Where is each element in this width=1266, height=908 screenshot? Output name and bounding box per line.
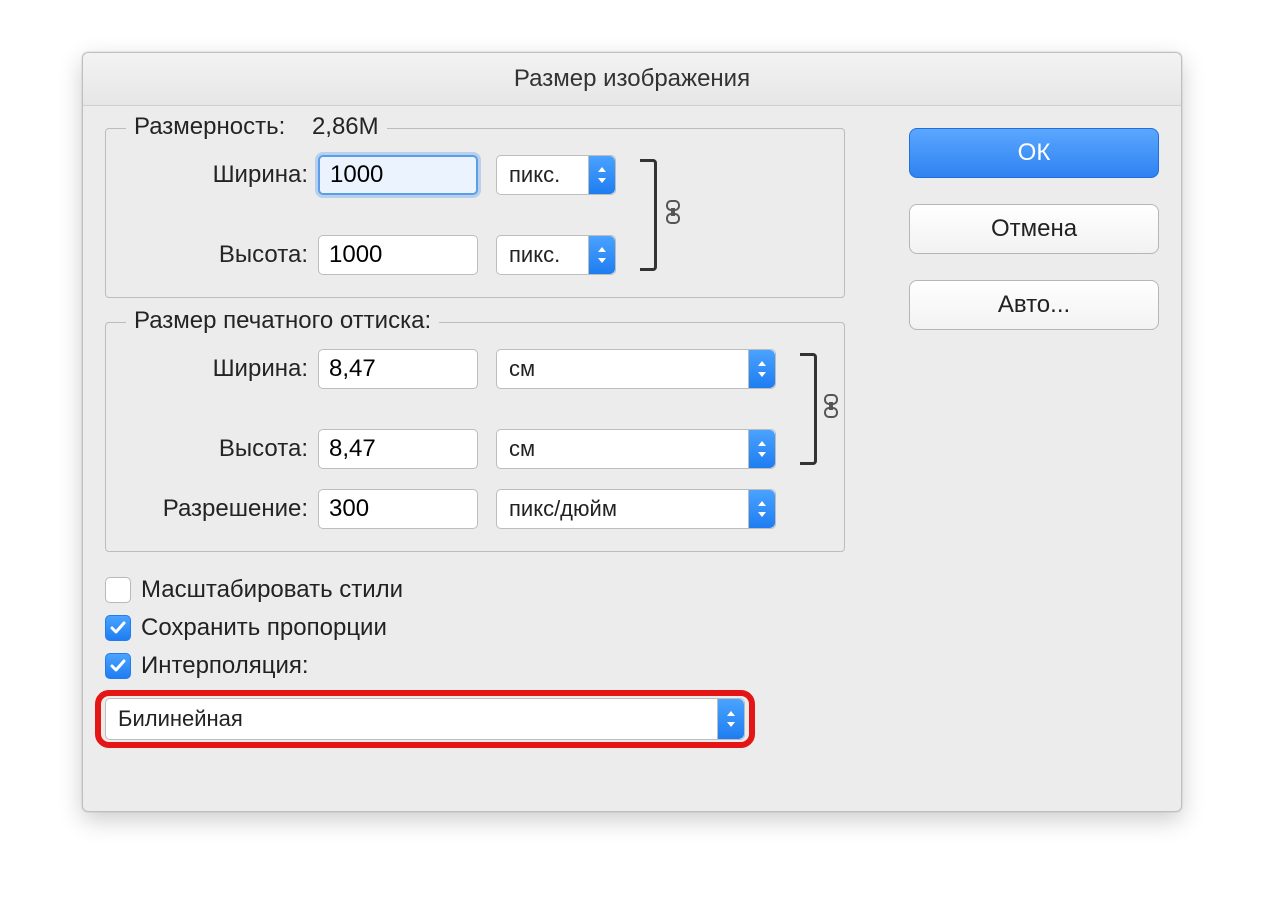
constrain-checkbox[interactable] — [105, 615, 131, 641]
scale-styles-label: Масштабировать стили — [141, 576, 403, 604]
print-width-unit-select[interactable]: см — [496, 349, 776, 389]
print-width-label: Ширина: — [128, 355, 318, 383]
link-icon — [822, 394, 840, 424]
interpolation-row: Интерполяция: — [105, 652, 1159, 680]
pixel-width-label: Ширина: — [128, 161, 318, 189]
print-height-unit-text: см — [509, 436, 748, 462]
interpolation-select-wrap: Билинейная — [105, 698, 745, 740]
updown-icon — [588, 236, 615, 274]
image-size-dialog: Размер изображения ОК Отмена Авто... Раз… — [82, 52, 1182, 812]
pixel-dimensions-size: 2,86М — [312, 113, 379, 140]
pixel-dimensions-legend-prefix: Размерность: — [134, 113, 285, 140]
constrain-label: Сохранить пропорции — [141, 614, 387, 642]
scale-styles-row: Масштабировать стили — [105, 576, 1159, 604]
print-size-legend: Размер печатного оттиска: — [126, 307, 439, 335]
pixel-dimensions-legend: Размерность: 2,86М — [126, 113, 387, 141]
pixel-height-label: Высота: — [128, 241, 318, 269]
dialog-content: ОК Отмена Авто... Размерность: 2,86М Шир… — [83, 106, 1181, 812]
interpolation-selected-text: Билинейная — [118, 706, 717, 732]
pixel-height-unit-select[interactable]: пикс. — [496, 235, 616, 275]
link-bracket — [794, 349, 822, 469]
pixel-height-unit-text: пикс. — [509, 242, 588, 268]
link-icon — [664, 200, 682, 230]
resolution-unit-text: пикс/дюйм — [509, 496, 748, 522]
interpolation-checkbox[interactable] — [105, 653, 131, 679]
print-size-group: Размер печатного оттиска: Ширина: см — [105, 322, 845, 552]
print-height-input[interactable] — [318, 429, 478, 469]
pixel-width-input[interactable] — [318, 155, 478, 195]
print-height-unit-select[interactable]: см — [496, 429, 776, 469]
updown-icon — [748, 490, 775, 528]
pixel-dimensions-group: Размерность: 2,86М Ширина: пикс. — [105, 128, 845, 298]
resolution-label: Разрешение: — [128, 495, 318, 523]
ok-button[interactable]: ОК — [909, 128, 1159, 178]
print-height-label: Высота: — [128, 435, 318, 463]
pixel-width-unit-select[interactable]: пикс. — [496, 155, 616, 195]
dialog-title: Размер изображения — [83, 53, 1181, 106]
pixel-width-unit-text: пикс. — [509, 162, 588, 188]
updown-icon — [748, 350, 775, 388]
updown-icon — [717, 699, 744, 739]
updown-icon — [748, 430, 775, 468]
pixel-width-row: Ширина: пикс. — [128, 155, 616, 195]
resolution-unit-select[interactable]: пикс/дюйм — [496, 489, 776, 529]
print-height-row: Высота: см — [128, 429, 776, 469]
pixel-height-row: Высота: пикс. — [128, 235, 616, 275]
cancel-button[interactable]: Отмена — [909, 204, 1159, 254]
auto-button[interactable]: Авто... — [909, 280, 1159, 330]
constrain-row: Сохранить пропорции — [105, 614, 1159, 642]
interpolation-label: Интерполяция: — [141, 652, 309, 680]
print-width-unit-text: см — [509, 356, 748, 382]
dialog-buttons: ОК Отмена Авто... — [909, 128, 1159, 330]
interpolation-select[interactable]: Билинейная — [105, 698, 745, 740]
options-checks: Масштабировать стили Сохранить пропорции… — [105, 576, 1159, 680]
link-bracket — [634, 155, 664, 275]
pixel-height-input[interactable] — [318, 235, 478, 275]
resolution-input[interactable] — [318, 489, 478, 529]
scale-styles-checkbox[interactable] — [105, 577, 131, 603]
resolution-row: Разрешение: пикс/дюйм — [128, 489, 822, 529]
print-width-input[interactable] — [318, 349, 478, 389]
updown-icon — [588, 156, 615, 194]
print-width-row: Ширина: см — [128, 349, 776, 389]
